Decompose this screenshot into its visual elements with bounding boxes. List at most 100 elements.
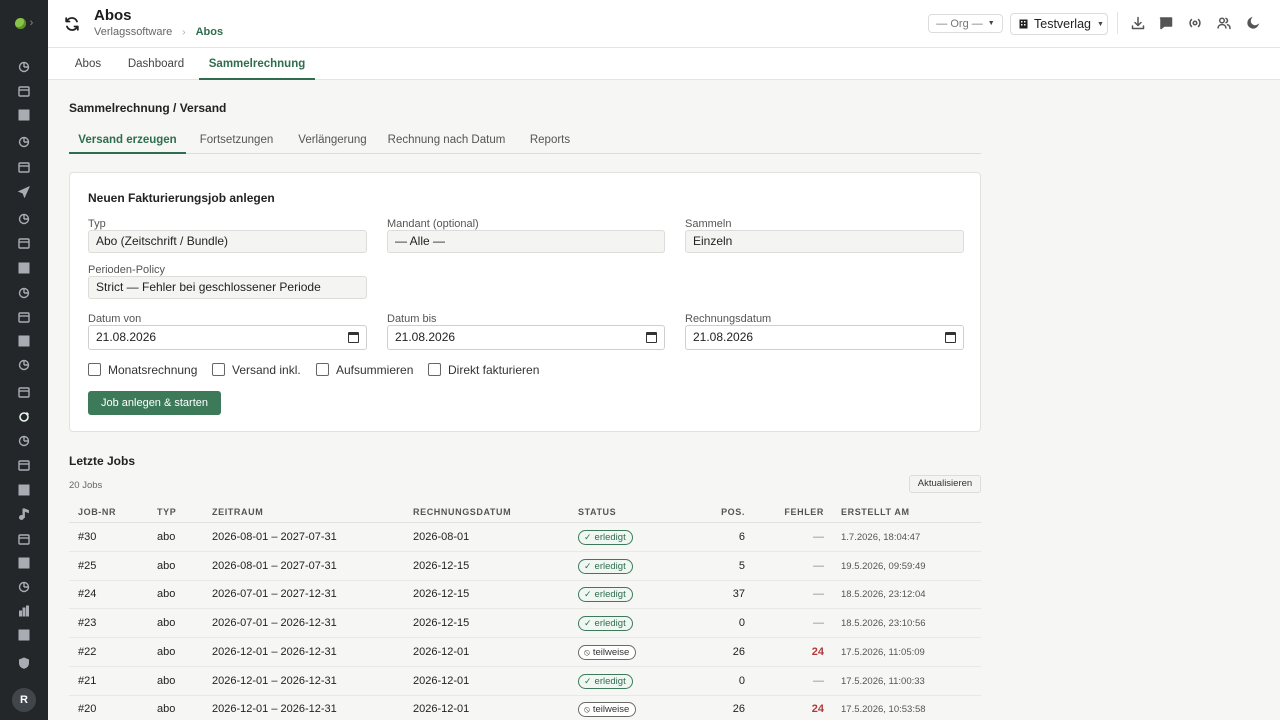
- versand-inkl-label[interactable]: Versand inkl.: [232, 363, 301, 377]
- status-label: erledigt: [594, 560, 626, 572]
- users-edit-icon[interactable]: [17, 135, 31, 149]
- chart-pie-icon[interactable]: [17, 60, 31, 74]
- download-icon[interactable]: [1131, 16, 1145, 30]
- create-job-button[interactable]: Job anlegen & starten: [88, 391, 221, 415]
- newspaper-icon[interactable]: [17, 310, 31, 324]
- breadcrumb: Verlagssoftware › Abos: [94, 26, 223, 38]
- col-pos[interactable]: Pos.: [709, 507, 745, 517]
- job-nr-cell[interactable]: #30: [78, 531, 96, 543]
- tab-reports[interactable]: Reports: [521, 126, 579, 154]
- tab-abos[interactable]: Abos: [62, 48, 114, 80]
- cash-icon[interactable]: [17, 483, 31, 497]
- mandant-select[interactable]: — Alle —: [387, 230, 665, 253]
- truck-icon[interactable]: [17, 580, 31, 594]
- col-status[interactable]: Status: [578, 507, 616, 517]
- status-badge: ✓ erledigt: [578, 673, 633, 689]
- tab-rechnung-nach-datum[interactable]: Rechnung nach Datum: [384, 126, 509, 154]
- zeitraum-cell: 2026-12-01 – 2026-12-31: [212, 674, 337, 687]
- rechnungsdatum-input[interactable]: 21.08.2026: [685, 325, 964, 350]
- bag-icon[interactable]: [17, 434, 31, 448]
- org-select[interactable]: — Org — ▼: [928, 14, 1003, 33]
- table-row[interactable]: #20 abo 2026-12-01 – 2026-12-31 2026-12-01 ⦸…: [69, 695, 981, 720]
- bar-chart-icon[interactable]: [17, 604, 31, 618]
- file-icon[interactable]: [17, 628, 31, 642]
- typ-label: Typ: [88, 218, 106, 230]
- box-icon[interactable]: [17, 556, 31, 570]
- megaphone-icon[interactable]: [17, 458, 31, 472]
- image-icon[interactable]: [17, 261, 31, 275]
- lightbulb-icon[interactable]: [17, 212, 31, 226]
- refresh-button[interactable]: Aktualisieren: [909, 475, 981, 493]
- table-row[interactable]: #21 abo 2026-12-01 – 2026-12-31 2026-12-01 ✓…: [69, 667, 981, 696]
- direkt-fakturieren-label[interactable]: Direkt fakturieren: [448, 363, 539, 377]
- job-nr-cell[interactable]: #21: [78, 675, 96, 687]
- chat-icon[interactable]: [1159, 16, 1173, 30]
- datum-von-input[interactable]: 21.08.2026: [88, 325, 367, 350]
- datum-bis-input[interactable]: 21.08.2026: [387, 325, 665, 350]
- tab-sammelrechnung[interactable]: Sammelrechnung: [199, 48, 315, 80]
- table-row[interactable]: #24 abo 2026-07-01 – 2027-12-31 2026-12-15 ✓…: [69, 580, 981, 610]
- calendar-icon[interactable]: [646, 332, 657, 343]
- breadcrumb-item-verlagssoftware[interactable]: Verlagssoftware: [94, 26, 172, 38]
- tab-versand-erzeugen[interactable]: Versand erzeugen: [69, 126, 186, 154]
- calendar-icon[interactable]: [17, 84, 31, 98]
- typ-select[interactable]: Abo (Zeitschrift / Bundle): [88, 230, 367, 253]
- typ-cell: abo: [157, 645, 176, 658]
- versand-inkl-checkbox[interactable]: [212, 363, 225, 376]
- card-icon[interactable]: [17, 385, 31, 399]
- datum-bis-value: 21.08.2026: [395, 330, 456, 344]
- table-row[interactable]: #25 abo 2026-08-01 – 2027-07-31 2026-12-15 ✓…: [69, 552, 981, 581]
- monatsrechnung-label[interactable]: Monatsrechnung: [108, 363, 197, 377]
- app-switcher[interactable]: ›: [0, 0, 48, 46]
- blocked-icon: ⦸: [584, 704, 590, 715]
- publisher-select-value: Testverlag: [1034, 17, 1091, 31]
- calendar-icon[interactable]: [348, 332, 359, 343]
- job-nr-cell[interactable]: #25: [78, 560, 96, 572]
- feather-icon[interactable]: [17, 358, 31, 372]
- shield-icon[interactable]: [17, 656, 31, 670]
- policy-select[interactable]: Strict — Fehler bei geschlossener Period…: [88, 276, 367, 299]
- col-typ[interactable]: Typ: [157, 507, 176, 517]
- col-rechnungsdatum[interactable]: Rechnungsdatum: [413, 507, 511, 517]
- aufsummieren-checkbox[interactable]: [316, 363, 329, 376]
- refresh-icon[interactable]: [64, 16, 80, 32]
- sammeln-select[interactable]: Einzeln: [685, 230, 964, 253]
- tab-dashboard[interactable]: Dashboard: [118, 48, 194, 80]
- moon-icon[interactable]: [1246, 16, 1260, 30]
- job-nr-cell[interactable]: #20: [78, 703, 96, 715]
- publisher-select[interactable]: Testverlag ▼: [1010, 13, 1108, 35]
- refresh-icon[interactable]: [17, 410, 31, 424]
- pos-cell: 5: [738, 559, 745, 572]
- users-icon[interactable]: [1217, 16, 1231, 30]
- col-erstellt-am[interactable]: Erstellt am: [841, 507, 910, 517]
- receipt-icon[interactable]: [17, 334, 31, 348]
- monatsrechnung-checkbox[interactable]: [88, 363, 101, 376]
- inbox-icon[interactable]: [17, 160, 31, 174]
- table-row[interactable]: #30 abo 2026-08-01 – 2027-07-31 2026-08-01 ✓…: [69, 523, 981, 552]
- calendar-icon[interactable]: [945, 332, 956, 343]
- table-row[interactable]: #22 abo 2026-12-01 – 2026-12-31 2026-12-01 ⦸…: [69, 638, 981, 667]
- aufsummieren-label[interactable]: Aufsummieren: [336, 363, 413, 377]
- direkt-fakturieren-checkbox[interactable]: [428, 363, 441, 376]
- document-icon[interactable]: [17, 532, 31, 546]
- user-avatar[interactable]: R: [12, 688, 36, 712]
- zeitraum-cell: 2026-07-01 – 2027-12-31: [212, 588, 337, 601]
- col-zeitraum[interactable]: Zeitraum: [212, 507, 263, 517]
- status-label: erledigt: [594, 675, 626, 687]
- col-job-nr[interactable]: Job-Nr: [78, 507, 116, 517]
- send-icon[interactable]: [17, 185, 31, 199]
- music-icon[interactable]: [17, 507, 31, 521]
- briefcase-icon[interactable]: [17, 286, 31, 300]
- tab-fortsetzungen[interactable]: Fortsetzungen: [193, 126, 280, 154]
- books-icon[interactable]: [17, 236, 31, 250]
- broadcast-icon[interactable]: [1188, 16, 1202, 30]
- job-nr-cell[interactable]: #23: [78, 617, 96, 629]
- job-nr-cell[interactable]: #22: [78, 646, 96, 658]
- rechnungsdatum-cell: 2026-12-15: [413, 559, 470, 572]
- dashboard-icon[interactable]: [17, 108, 31, 122]
- col-fehler[interactable]: Fehler: [769, 507, 824, 517]
- tab-verlaengerung[interactable]: Verlängerung: [291, 126, 374, 154]
- typ-cell: abo: [157, 531, 176, 543]
- table-row[interactable]: #23 abo 2026-07-01 – 2026-12-31 2026-12-15 ✓…: [69, 609, 981, 639]
- job-nr-cell[interactable]: #24: [78, 588, 96, 600]
